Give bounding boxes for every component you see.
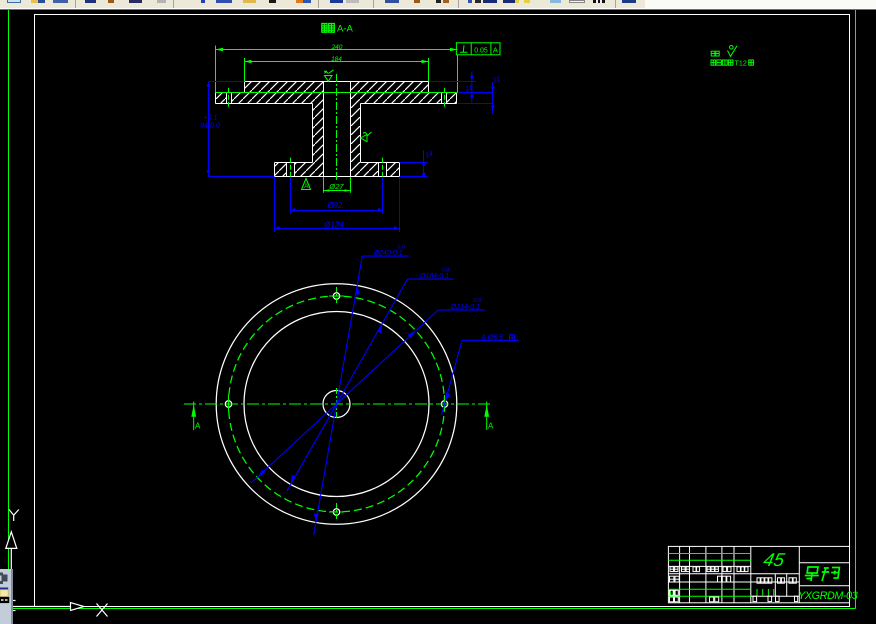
svg-text:A: A [493,46,498,55]
svg-text:Ø27: Ø27 [328,182,344,191]
svg-text:Ø124: Ø124 [323,221,344,230]
svg-text:4-Ø5.5: 4-Ø5.5 [482,334,504,341]
svg-text:11: 11 [492,76,501,85]
svg-text:45: 45 [762,549,788,570]
svg-text:T12: T12 [735,59,747,68]
svg-text:A: A [195,422,201,431]
svg-text:0.0: 0.0 [397,244,406,250]
svg-text:YXGRDM-03: YXGRDM-03 [798,590,858,602]
svg-text:14: 14 [424,151,433,160]
svg-text:240: 240 [331,44,343,51]
svg-text:0.0: 0.0 [441,268,450,274]
svg-text:94-0.0: 94-0.0 [200,122,220,129]
svg-text:Ø214-0.1: Ø214-0.1 [450,304,480,311]
svg-text:Ø184-0.1: Ø184-0.1 [419,273,449,280]
svg-text:Ø240-0.1: Ø240-0.1 [373,250,403,257]
svg-text:0.05: 0.05 [474,47,488,54]
svg-text:0.0: 0.0 [473,298,482,304]
svg-text:184: 184 [331,56,342,63]
svg-text:+0.1: +0.1 [204,114,218,121]
svg-text:A-A: A-A [337,24,354,35]
svg-text:A: A [488,422,494,431]
svg-text:Ø92: Ø92 [326,201,343,210]
